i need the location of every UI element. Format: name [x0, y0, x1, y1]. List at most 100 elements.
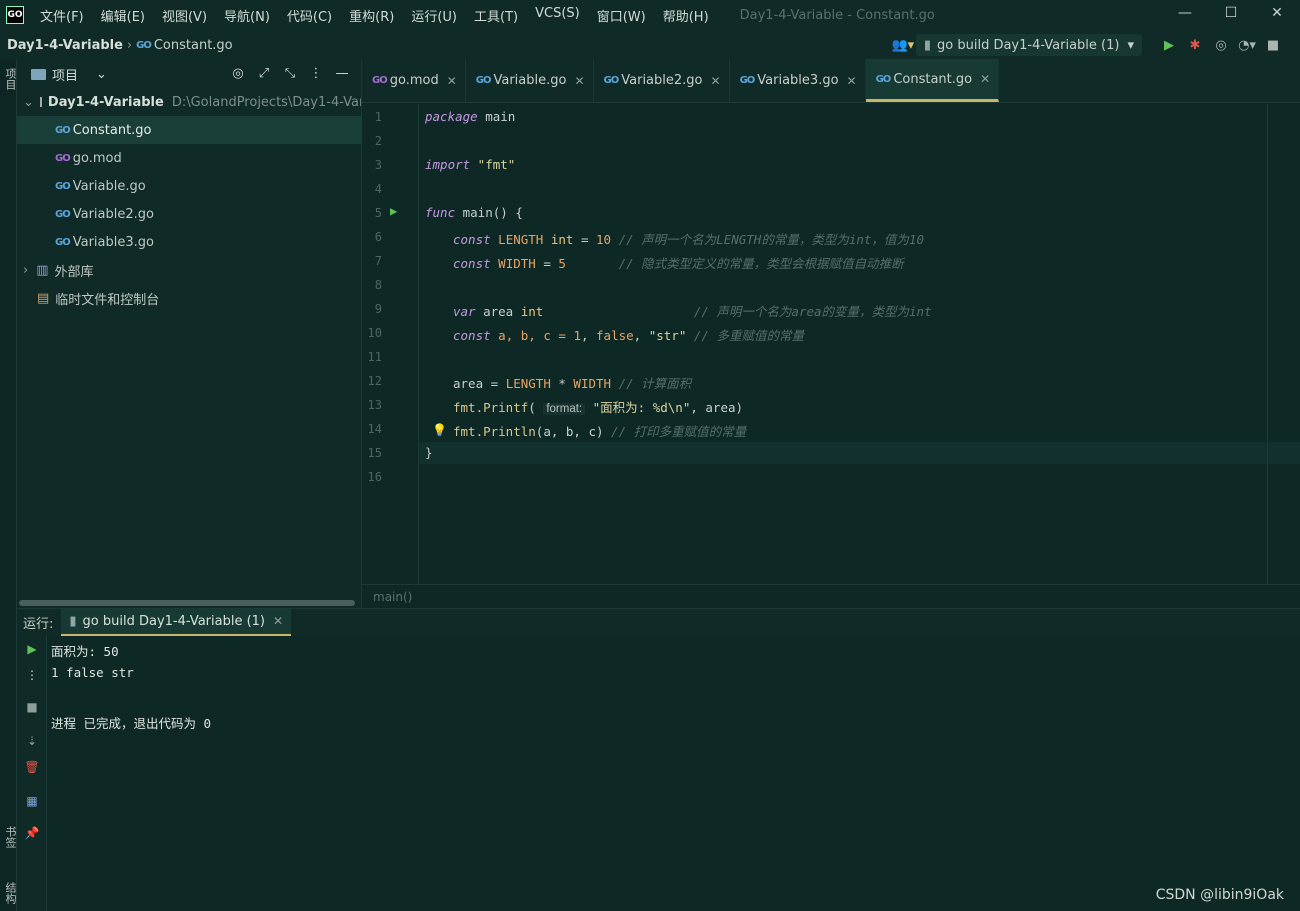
line-number: 14: [367, 422, 382, 436]
clear-all-icon[interactable]: 🗑: [17, 760, 47, 774]
project-panel: 项目 ⌄ ◎ ⤢ ⤡ ⋮ — ⌄ Day1-4-Variable D:\Gola…: [17, 60, 362, 608]
run-icon[interactable]: ▶: [1156, 38, 1182, 53]
tree-file-constant[interactable]: GO Constant.go: [17, 116, 361, 144]
tree-external-libraries[interactable]: › ▥ 外部库: [17, 256, 361, 284]
users-icon[interactable]: 👥▾: [890, 38, 916, 53]
run-config-select[interactable]: ▮ go build Day1-4-Variable (1) ▾: [915, 34, 1142, 56]
tab-label: Variable3.go: [757, 73, 839, 88]
run-main-gutter-icon[interactable]: ▶: [390, 204, 397, 218]
project-tool-button[interactable]: 项目: [2, 68, 18, 90]
breadcrumb-project[interactable]: Day1-4-Variable: [7, 38, 123, 53]
horizontal-scrollbar[interactable]: [19, 600, 355, 606]
tree-file-gomod[interactable]: GO go.mod: [17, 144, 361, 172]
go-mod-icon: GO: [55, 152, 71, 164]
options-icon[interactable]: ⋮: [303, 66, 329, 81]
expand-all-icon[interactable]: ⤢: [251, 66, 277, 81]
pin-icon[interactable]: 📌: [17, 826, 47, 840]
scratches-icon: ▤: [37, 290, 50, 306]
tree-file-label: Variable2.go: [72, 206, 154, 222]
code-line-15: }: [425, 445, 433, 460]
console-output[interactable]: 面积为: 50 1 false str 进程 已完成，退出代码为 0: [48, 636, 1300, 911]
layout-icon[interactable]: ▦: [17, 794, 47, 808]
run-tab[interactable]: ▮ go build Day1-4-Variable (1) ✕: [61, 608, 292, 637]
code-editor[interactable]: 1 2 3 4 5 6 7 8 9 10 11 12 13 14 15 16 ▶…: [362, 104, 1300, 584]
close-icon[interactable]: ✕: [273, 614, 283, 628]
menu-vcs[interactable]: VCS(S): [535, 6, 580, 25]
tree-item-label: 临时文件和控制台: [55, 292, 160, 308]
close-icon[interactable]: ✕: [847, 74, 857, 88]
run-panel-toolbar: ▶ ⋮ ■ ⇣ 🗑 ▦ 📌: [17, 636, 47, 911]
left-tool-strip: 项目 书签 结构: [0, 60, 17, 911]
tree-file-label: Variable3.go: [72, 234, 154, 250]
menu-refactor[interactable]: 重构(R): [349, 6, 394, 25]
more-icon[interactable]: ⋮: [17, 668, 47, 682]
close-icon[interactable]: ✕: [447, 74, 457, 88]
tree-root[interactable]: ⌄ Day1-4-Variable D:\GolandProjects\Day1…: [17, 88, 361, 116]
maximize-button[interactable]: ☐: [1208, 0, 1254, 30]
tree-file-variable[interactable]: GO Variable.go: [17, 172, 361, 200]
structure-tool-button[interactable]: 结构: [2, 882, 18, 904]
tree-file-variable3[interactable]: GO Variable3.go: [17, 228, 361, 256]
profile-icon[interactable]: ◔▾: [1234, 38, 1260, 53]
run-config-label: go build Day1-4-Variable (1): [937, 37, 1120, 53]
collapse-all-icon[interactable]: ⤡: [277, 66, 303, 81]
code-line-14: fmt.Println(a, b, c) // 打印多重赋值的常量: [453, 424, 747, 439]
main-menu: 文件(F) 编辑(E) 视图(V) 导航(N) 代码(C) 重构(R) 运行(U…: [40, 6, 726, 25]
project-root-path: D:\GolandProjects\Day1-4-Variable: [171, 94, 361, 110]
menu-navigate[interactable]: 导航(N): [224, 6, 270, 25]
menu-edit[interactable]: 编辑(E): [101, 6, 145, 25]
line-number: 5: [374, 206, 382, 220]
stop-icon[interactable]: ■: [1260, 38, 1286, 53]
minimize-button[interactable]: —: [1162, 0, 1208, 30]
run-panel-header: 运行: ▮ go build Day1-4-Variable (1) ✕: [17, 608, 1300, 637]
line-number: 8: [374, 278, 382, 292]
close-window-button[interactable]: ✕: [1254, 0, 1300, 30]
go-file-icon: GO: [55, 236, 71, 248]
line-number: 11: [367, 350, 382, 364]
navigation-bar: Day1-4-Variable › GO Constant.go 👥▾ ▮ go…: [0, 30, 1300, 60]
tab-constant[interactable]: GO Constant.go ✕: [865, 59, 1000, 102]
go-file-icon: GO: [55, 124, 71, 136]
rerun-icon[interactable]: ▶: [17, 642, 47, 656]
tab-variable2[interactable]: GO Variable2.go ✕: [594, 59, 730, 102]
editor-breadcrumb[interactable]: main(): [373, 590, 412, 604]
editor-right-margin: [1267, 104, 1300, 584]
scroll-to-end-icon[interactable]: ⇣: [17, 734, 47, 748]
line-number: 6: [374, 230, 382, 244]
go-file-icon: GO: [136, 39, 152, 51]
close-icon[interactable]: ✕: [574, 74, 584, 88]
tree-file-label: go.mod: [72, 150, 122, 166]
tab-variable3[interactable]: GO Variable3.go ✕: [730, 59, 866, 102]
menu-view[interactable]: 视图(V): [162, 6, 207, 25]
bookmarks-tool-button[interactable]: 书签: [2, 826, 18, 848]
tab-go-mod[interactable]: GO go.mod ✕: [362, 59, 466, 102]
locate-icon[interactable]: ◎: [225, 66, 251, 81]
breadcrumb-file[interactable]: Constant.go: [154, 38, 233, 53]
debug-icon[interactable]: ✱: [1182, 38, 1208, 53]
close-icon[interactable]: ✕: [711, 74, 721, 88]
tree-scratches[interactable]: ▤ 临时文件和控制台: [17, 284, 361, 312]
menu-window[interactable]: 窗口(W): [597, 6, 646, 25]
lightbulb-icon[interactable]: 💡: [432, 423, 447, 437]
close-icon[interactable]: ✕: [980, 72, 990, 86]
coverage-icon[interactable]: ◎: [1208, 38, 1234, 53]
go-file-icon: GO: [55, 208, 71, 220]
tab-variable[interactable]: GO Variable.go ✕: [466, 59, 594, 102]
menu-tools[interactable]: 工具(T): [474, 6, 518, 25]
menu-help[interactable]: 帮助(H): [663, 6, 709, 25]
stop-icon[interactable]: ■: [17, 700, 47, 714]
menu-run[interactable]: 运行(U): [411, 6, 457, 25]
go-file-icon: GO: [875, 73, 892, 85]
hide-icon[interactable]: —: [329, 66, 355, 81]
console-line: 1 false str: [51, 665, 134, 680]
project-view-select[interactable]: 项目 ⌄: [31, 65, 107, 84]
run-tab-label: go build Day1-4-Variable (1): [82, 613, 265, 629]
line-number: 3: [374, 158, 382, 172]
menu-code[interactable]: 代码(C): [287, 6, 332, 25]
editor-breadcrumb-bar: main(): [362, 584, 1300, 608]
project-panel-tools: ◎ ⤢ ⤡ ⋮ —: [225, 66, 355, 81]
tree-file-variable2[interactable]: GO Variable2.go: [17, 200, 361, 228]
line-gutter: 1 2 3 4 5 6 7 8 9 10 11 12 13 14 15 16: [362, 104, 419, 584]
menu-file[interactable]: 文件(F): [40, 6, 84, 25]
chevron-down-icon: ⌄: [96, 66, 107, 82]
